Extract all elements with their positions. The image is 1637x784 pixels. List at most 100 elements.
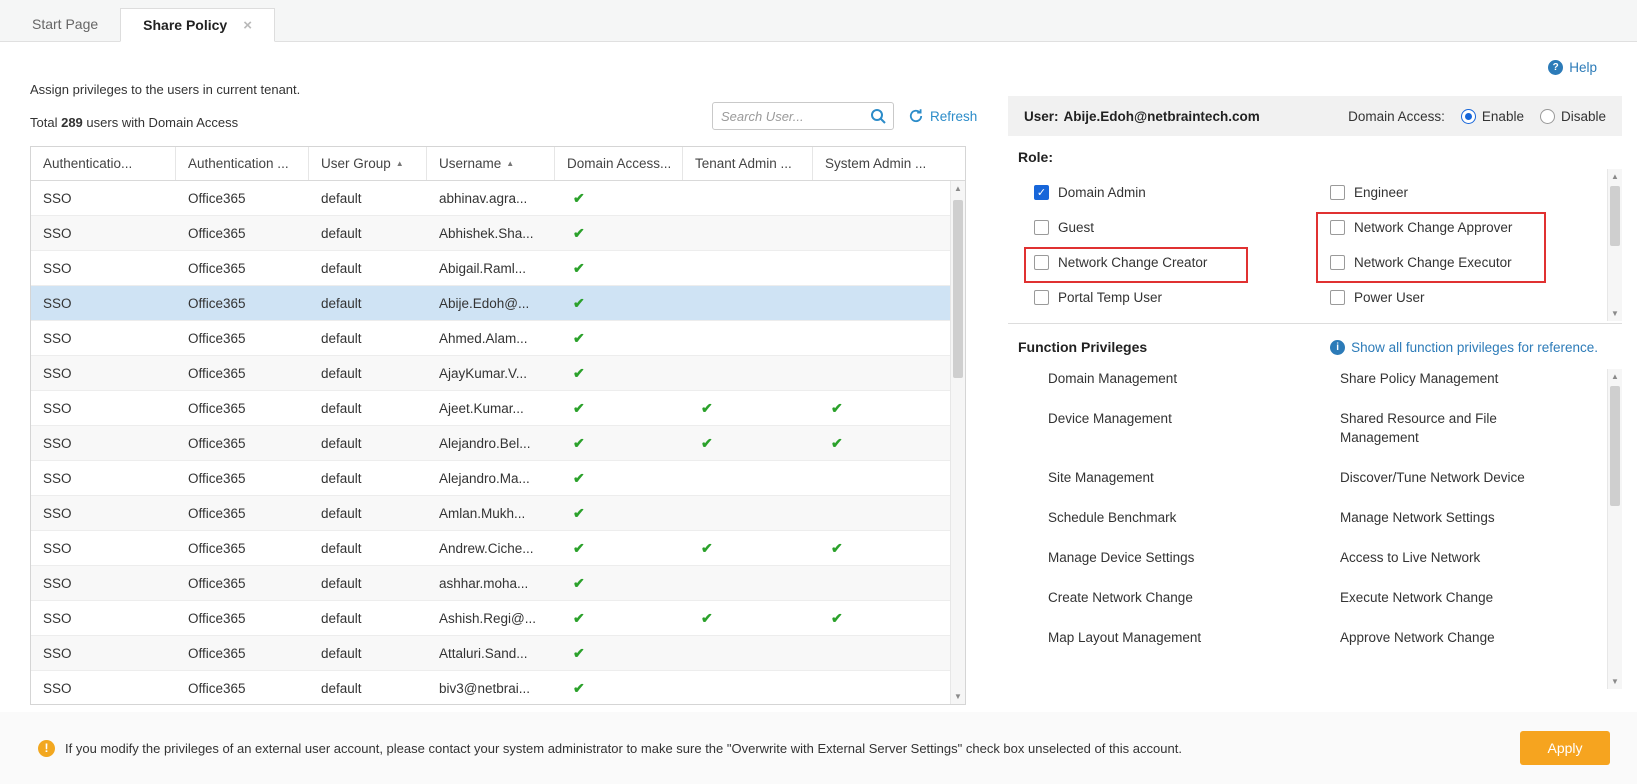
table-row[interactable]: SSOOffice365defaultAhmed.Alam...✔	[31, 321, 950, 356]
table-row[interactable]: SSOOffice365defaultAbigail.Raml...✔	[31, 251, 950, 286]
checkbox-icon[interactable]	[1034, 255, 1049, 270]
username-cell: Ashish.Regi@...	[427, 601, 555, 635]
checkbox-icon[interactable]	[1330, 185, 1345, 200]
user-group-cell: default	[309, 391, 427, 425]
search-input[interactable]	[721, 109, 869, 124]
scroll-up-icon[interactable]: ▲	[1608, 169, 1622, 184]
role-checkbox-item[interactable]: Portal Temp User	[1034, 280, 1330, 315]
role-name: Network Change Approver	[1354, 220, 1512, 235]
privilege-item: Execute Network Change	[1340, 588, 1562, 607]
tab-start-page[interactable]: Start Page	[10, 7, 120, 41]
user-table-body: SSOOffice365defaultabhinav.agra...✔SSOOf…	[31, 181, 950, 704]
column-header[interactable]: Authentication ...	[176, 147, 309, 180]
scroll-thumb[interactable]	[1610, 186, 1620, 246]
privileges-scrollbar[interactable]: ▲ ▼	[1607, 369, 1622, 689]
table-row[interactable]: SSOOffice365defaultAlejandro.Ma...✔	[31, 461, 950, 496]
help-link[interactable]: ? Help	[1548, 60, 1597, 75]
domain-access-cell: ✔	[555, 636, 683, 670]
role-checkbox-item[interactable]: Network Change Approver	[1330, 210, 1590, 245]
radio-unselected-icon[interactable]	[1540, 109, 1555, 124]
role-scrollbar[interactable]: ▲ ▼	[1607, 169, 1622, 321]
table-toolbar: Refresh	[712, 102, 977, 130]
table-row[interactable]: SSOOffice365defaultAjayKumar.V...✔	[31, 356, 950, 391]
scroll-up-icon[interactable]: ▲	[951, 181, 965, 196]
check-icon: ✔	[573, 190, 585, 207]
show-all-privileges-link[interactable]: i Show all function privileges for refer…	[1330, 340, 1598, 355]
check-icon: ✔	[573, 295, 585, 312]
privilege-item: Manage Network Settings	[1340, 508, 1562, 527]
column-header[interactable]: Username▲	[427, 147, 555, 180]
username-cell: Ahmed.Alam...	[427, 321, 555, 355]
scroll-down-icon[interactable]: ▼	[1608, 306, 1622, 321]
auth-server-cell: Office365	[176, 601, 309, 635]
disable-radio[interactable]: Disable	[1540, 109, 1606, 124]
footer-bar: ! If you modify the privileges of an ext…	[0, 712, 1637, 784]
intro-text: Assign privileges to the users in curren…	[30, 82, 300, 97]
scroll-up-icon[interactable]: ▲	[1608, 369, 1622, 384]
role-checkbox-item[interactable]: Engineer	[1330, 175, 1590, 210]
table-scrollbar[interactable]: ▲ ▼	[950, 181, 965, 704]
domain-access-cell: ✔	[555, 461, 683, 495]
scroll-down-icon[interactable]: ▼	[1608, 674, 1622, 689]
tenant-admin-cell	[683, 321, 813, 355]
table-row[interactable]: SSOOffice365defaultAshish.Regi@...✔✔✔	[31, 601, 950, 636]
table-row[interactable]: SSOOffice365defaultashhar.moha...✔	[31, 566, 950, 601]
column-header[interactable]: Authenticatio...	[31, 147, 176, 180]
scroll-thumb[interactable]	[953, 200, 963, 378]
role-checkbox-item[interactable]: Guest	[1034, 210, 1330, 245]
table-row[interactable]: SSOOffice365defaultAlejandro.Bel...✔✔✔	[31, 426, 950, 461]
check-icon: ✔	[573, 470, 585, 487]
column-header[interactable]: Domain Access...	[555, 147, 683, 180]
tab-share-policy[interactable]: Share Policy ×	[120, 8, 275, 42]
total-users-text: Total 289 users with Domain Access	[30, 115, 238, 130]
radio-selected-icon[interactable]	[1461, 109, 1476, 124]
table-row[interactable]: SSOOffice365defaultAjeet.Kumar...✔✔✔	[31, 391, 950, 426]
refresh-label: Refresh	[930, 109, 977, 124]
close-icon[interactable]: ×	[243, 18, 252, 33]
system-admin-cell	[813, 356, 950, 390]
check-icon: ✔	[573, 435, 585, 452]
role-checkbox-item[interactable]: ✓ Domain Admin	[1034, 175, 1330, 210]
checkbox-checked-icon[interactable]: ✓	[1034, 185, 1049, 200]
role-area: ✓Domain AdminEngineerGuestNetwork Change…	[1008, 169, 1622, 321]
scroll-thumb[interactable]	[1610, 386, 1620, 506]
system-admin-cell	[813, 461, 950, 495]
table-row[interactable]: SSOOffice365defaultAmlan.Mukh...✔	[31, 496, 950, 531]
role-checkbox-item[interactable]: Network Change Executor	[1330, 245, 1590, 280]
role-name: Domain Admin	[1058, 185, 1146, 200]
checkbox-icon[interactable]	[1330, 220, 1345, 235]
table-row[interactable]: SSOOffice365defaultAndrew.Ciche...✔✔✔	[31, 531, 950, 566]
username-cell: AjayKumar.V...	[427, 356, 555, 390]
username-cell: biv3@netbrai...	[427, 671, 555, 704]
checkbox-icon[interactable]	[1330, 290, 1345, 305]
column-header[interactable]: User Group▲	[309, 147, 427, 180]
user-email: Abije.Edoh@netbraintech.com	[1064, 109, 1260, 124]
checkbox-icon[interactable]	[1330, 255, 1345, 270]
check-icon: ✔	[573, 680, 585, 697]
apply-button[interactable]: Apply	[1520, 731, 1610, 765]
column-header[interactable]: Tenant Admin ...	[683, 147, 813, 180]
enable-radio[interactable]: Enable	[1461, 109, 1524, 124]
refresh-button[interactable]: Refresh	[908, 108, 977, 124]
system-admin-cell	[813, 671, 950, 704]
search-box[interactable]	[712, 102, 894, 130]
auth-type-cell: SSO	[31, 356, 176, 390]
table-row[interactable]: SSOOffice365defaultAbhishek.Sha...✔	[31, 216, 950, 251]
domain-access-cell: ✔	[555, 181, 683, 215]
tenant-admin-cell	[683, 671, 813, 704]
checkbox-icon[interactable]	[1034, 220, 1049, 235]
table-row[interactable]: SSOOffice365defaultAttaluri.Sand...✔	[31, 636, 950, 671]
username-cell: Amlan.Mukh...	[427, 496, 555, 530]
table-row[interactable]: SSOOffice365defaultAbije.Edoh@...✔	[31, 286, 950, 321]
role-checkbox-item[interactable]: Power User	[1330, 280, 1590, 315]
checkbox-icon[interactable]	[1034, 290, 1049, 305]
table-row[interactable]: SSOOffice365defaultbiv3@netbrai...✔	[31, 671, 950, 704]
system-admin-cell	[813, 181, 950, 215]
scroll-down-icon[interactable]: ▼	[951, 689, 965, 704]
warning-text: If you modify the privileges of an exter…	[65, 741, 1510, 756]
search-icon[interactable]	[869, 107, 887, 125]
table-row[interactable]: SSOOffice365defaultabhinav.agra...✔	[31, 181, 950, 216]
tenant-admin-cell: ✔	[683, 426, 813, 460]
column-header[interactable]: System Admin ...	[813, 147, 950, 180]
role-checkbox-item[interactable]: Network Change Creator	[1034, 245, 1330, 280]
